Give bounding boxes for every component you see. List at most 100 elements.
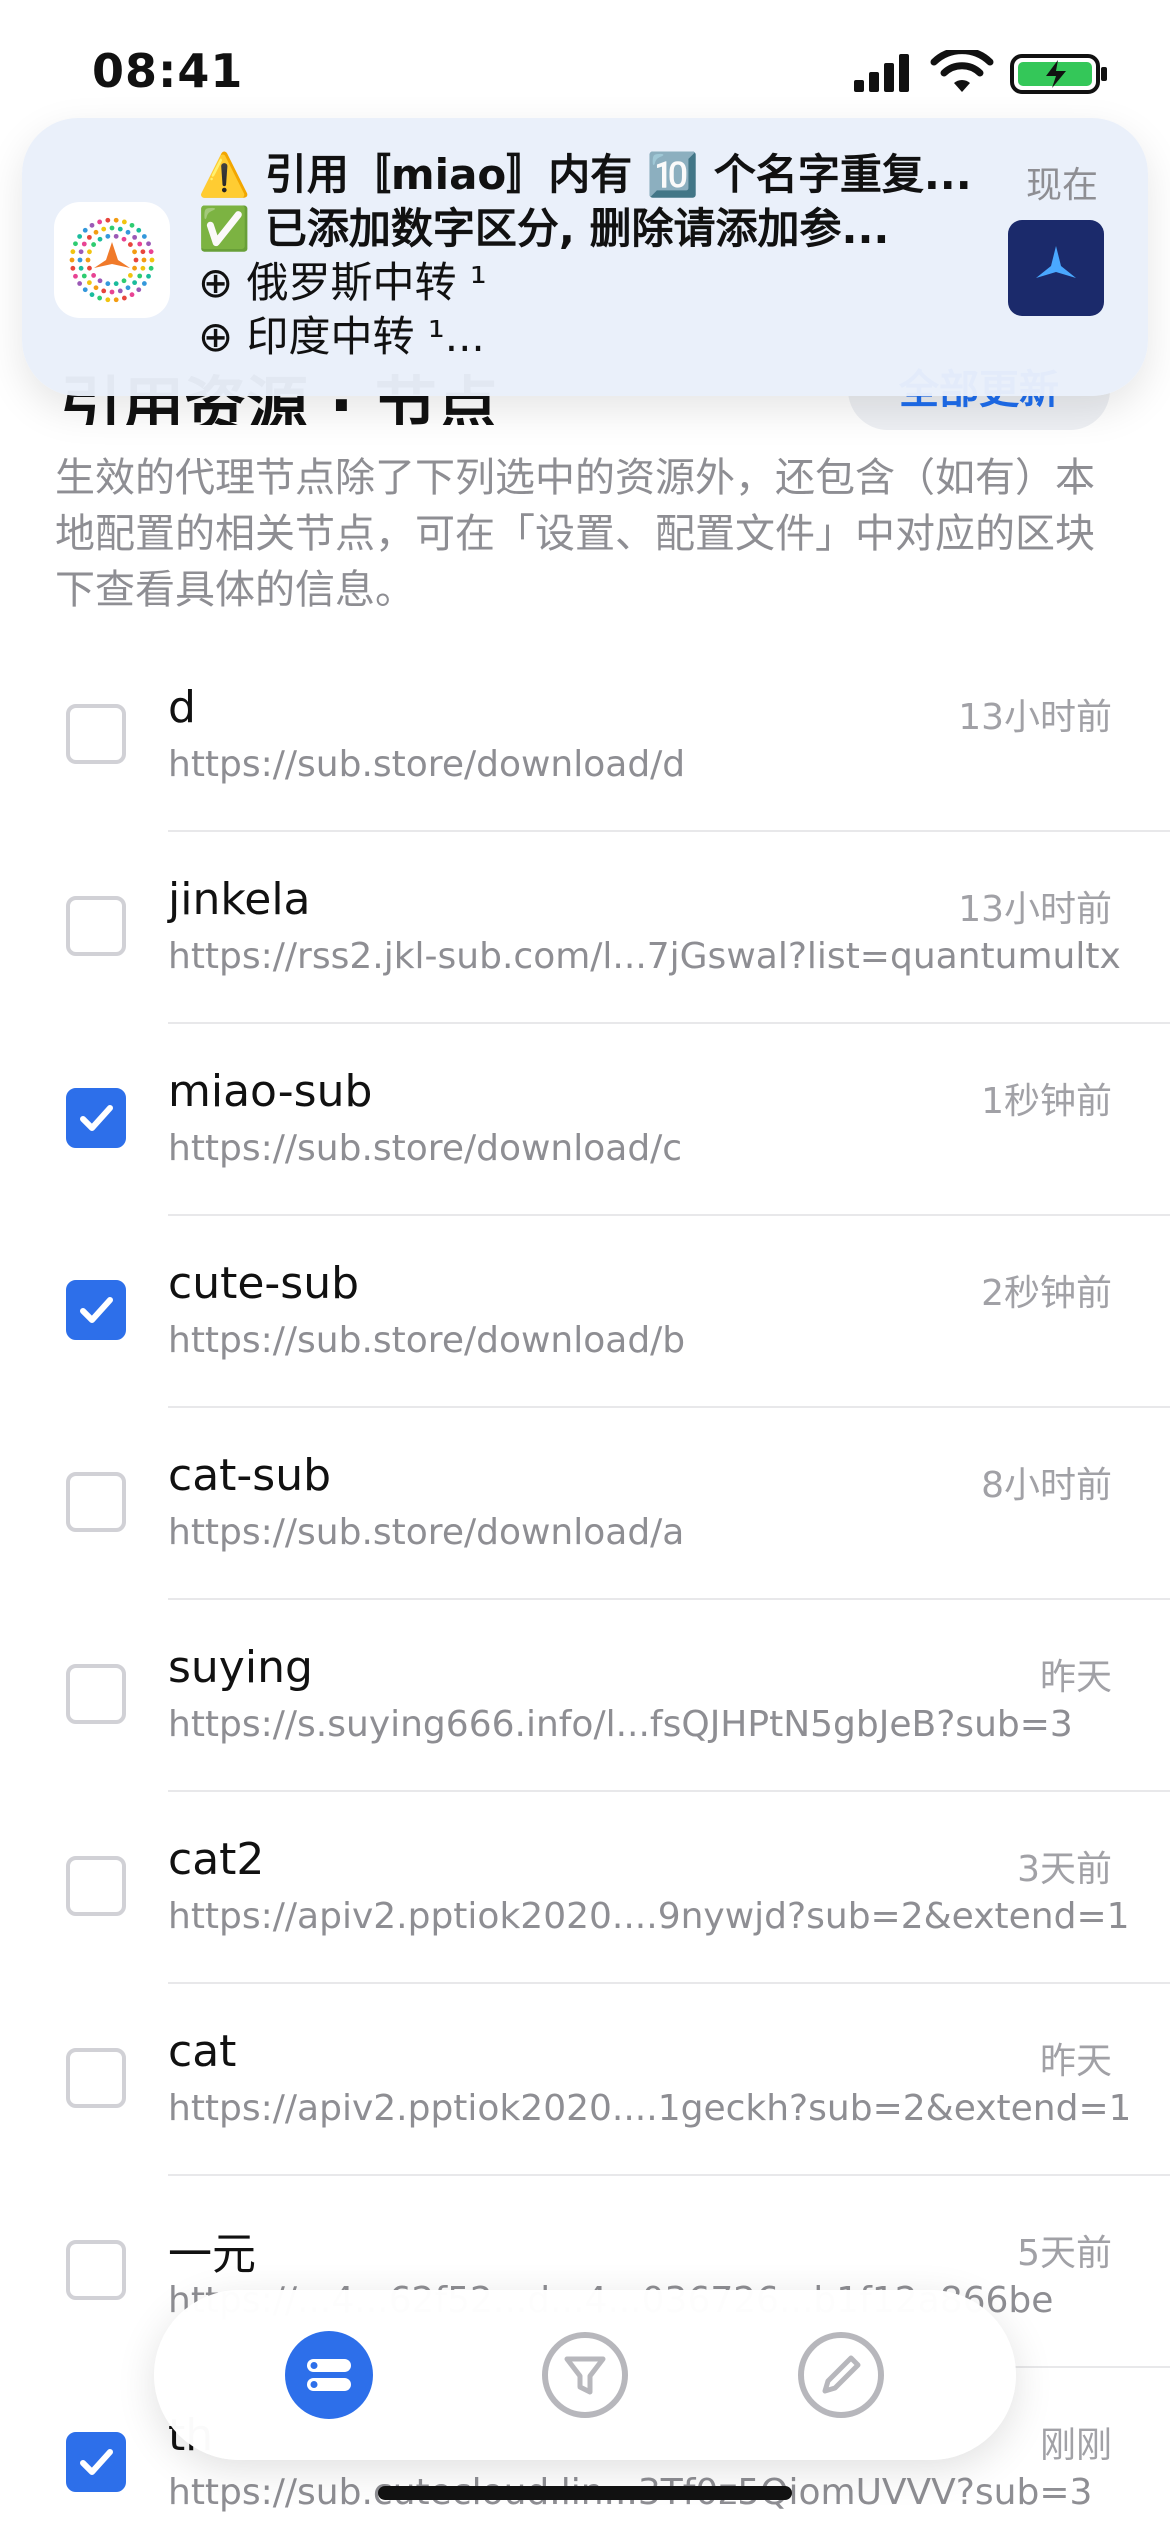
logo-dot xyxy=(127,242,133,247)
checkbox[interactable] xyxy=(66,2240,126,2300)
logo-dot xyxy=(133,257,139,263)
logo-dot xyxy=(105,297,111,303)
logo-dot xyxy=(132,249,137,255)
logo-dot xyxy=(87,265,92,271)
subscription-name: jinkela xyxy=(168,874,311,925)
subscription-name: cat-sub xyxy=(168,1450,332,1501)
logo-dot xyxy=(141,234,147,239)
subscription-url: https://apiv2.pptiok2020....9nywjd?sub=2… xyxy=(168,1896,1128,1937)
logo-dot xyxy=(137,273,143,279)
logo-dot xyxy=(73,241,78,247)
logo-dot xyxy=(77,257,83,263)
checkbox[interactable] xyxy=(66,704,126,764)
tab-filter[interactable] xyxy=(539,2329,631,2421)
logo-dot xyxy=(117,288,123,294)
logo-dot xyxy=(105,233,111,239)
subscription-updated-time: 昨天 xyxy=(1039,2041,1112,2082)
logo-dot xyxy=(97,236,103,242)
notification-line: ⚠️ 引用〚miao〛内有 🔟 个名字重复... xyxy=(198,150,972,199)
subscription-updated-time: 5天前 xyxy=(1017,2233,1112,2274)
checkbox[interactable] xyxy=(66,1856,126,1916)
subscription-url: https://sub.store/download/c xyxy=(168,1128,683,1169)
checkbox[interactable] xyxy=(66,896,126,956)
logo-dot xyxy=(89,222,95,228)
subscription-updated-time: 2秒钟前 xyxy=(981,1273,1112,1314)
description-text: 生效的代理节点除了下列选中的资源外，还包含（如有）本地配置的相关节点，可在「设置… xyxy=(55,455,1095,613)
subscription-row[interactable]: miao-sub https://sub.store/download/c 1秒钟前 xyxy=(0,1024,1170,1216)
subscription-row[interactable]: cat https://apiv2.pptiok2020....1geckh?su… xyxy=(0,1984,1170,2176)
checkbox[interactable] xyxy=(66,1280,126,1340)
notification-time: 现在 xyxy=(1025,165,1098,206)
app-icon xyxy=(54,202,170,318)
checkbox[interactable] xyxy=(66,2048,126,2108)
notification-body: ⚠️ 引用〚miao〛内有 🔟 个名字重复... ✅ 已添加数字区分, 删除请添… xyxy=(198,148,1018,364)
logo-dot xyxy=(93,285,99,291)
tab-subscriptions[interactable] xyxy=(283,2329,375,2421)
logo-dot xyxy=(127,273,133,278)
notification-line: ⊕ 俄罗斯中转 ¹ xyxy=(198,258,487,307)
subscription-row[interactable]: cat-sub https://sub.store/download/a 8小时前 xyxy=(0,1408,1170,1600)
subscription-name: d xyxy=(168,682,196,733)
checkmark-icon xyxy=(80,2449,113,2475)
home-indicator xyxy=(378,2486,792,2500)
notification-banner[interactable]: ⚠️ 引用〚miao〛内有 🔟 个名字重复... ✅ 已添加数字区分, 删除请添… xyxy=(22,118,1148,396)
logo-dot xyxy=(121,295,127,301)
logo-dot xyxy=(140,265,146,271)
tab-bar xyxy=(154,2290,1016,2460)
subscription-list: d https://sub.store/download/d 13小时前 jinkel… xyxy=(0,640,1170,2532)
logo-dot xyxy=(129,292,135,298)
subscription-updated-time: 13小时前 xyxy=(958,697,1112,738)
filter-icon xyxy=(542,2332,628,2418)
logo-dot xyxy=(105,281,111,287)
logo-dot xyxy=(132,234,138,240)
logo-dot xyxy=(141,281,147,286)
logo-dot xyxy=(109,289,115,295)
logo-dot xyxy=(86,280,92,286)
checkbox[interactable] xyxy=(66,1664,126,1724)
logo-dot xyxy=(77,281,83,286)
cellular-signal-icon xyxy=(854,54,909,92)
subscription-name: miao-sub xyxy=(168,1066,373,1117)
propeller-icon xyxy=(1036,246,1076,278)
logo-dot xyxy=(97,219,103,225)
tab-edit[interactable] xyxy=(795,2329,887,2421)
subscription-name: cute-sub xyxy=(168,1258,360,1309)
checkbox[interactable] xyxy=(66,1088,126,1148)
logo-dot xyxy=(105,217,111,223)
logo-dot xyxy=(82,227,88,233)
subscription-row[interactable]: cat2 https://apiv2.pptiok2020....9nywjd?s… xyxy=(0,1792,1170,1984)
logo-dot xyxy=(140,249,146,255)
logo-dot xyxy=(136,287,142,293)
logo-dot xyxy=(132,265,137,271)
logo-dot xyxy=(148,265,154,271)
subscription-row[interactable]: cute-sub https://sub.store/download/b 2秒钟前 xyxy=(0,1216,1170,1408)
checkbox[interactable] xyxy=(66,1472,126,1532)
logo-dot xyxy=(137,241,143,247)
logo-dot xyxy=(85,257,91,263)
notification-line: ⊕ 印度中转 ¹... xyxy=(198,312,485,361)
logo-dot xyxy=(101,226,107,232)
wifi-icon xyxy=(930,50,994,92)
subscription-row[interactable]: d https://sub.store/download/d 13小时前 xyxy=(0,640,1170,832)
checkbox[interactable] xyxy=(66,2432,126,2492)
logo-dot xyxy=(148,249,154,255)
logo-dot xyxy=(113,217,119,223)
edit-icon xyxy=(798,2332,884,2418)
notification-line: ✅ 已添加数字区分, 删除请添加参... xyxy=(198,204,890,253)
logo-dot xyxy=(101,288,107,294)
subscription-name: suying xyxy=(168,1642,313,1693)
subscription-url: https://sub.store/download/a xyxy=(168,1512,685,1553)
subscription-row[interactable]: jinkela https://rss2.jkl-sub.com/l...7jGs… xyxy=(0,832,1170,1024)
logo-dot xyxy=(113,297,119,303)
logo-dot xyxy=(121,278,127,284)
subscription-row[interactable]: suying https://s.suying666.info/l...fsQJH… xyxy=(0,1600,1170,1792)
logo-dot xyxy=(132,280,138,286)
status-time: 08:41 xyxy=(92,44,244,98)
checkmark-icon xyxy=(80,1105,113,1131)
logo-dot xyxy=(121,236,127,242)
logo-dot xyxy=(125,229,131,235)
logo-dot xyxy=(73,273,78,279)
subscription-url: https://apiv2.pptiok2020....1geckh?sub=2… xyxy=(168,2088,1128,2129)
logo-dot xyxy=(109,225,115,231)
logo-dot xyxy=(113,281,119,287)
